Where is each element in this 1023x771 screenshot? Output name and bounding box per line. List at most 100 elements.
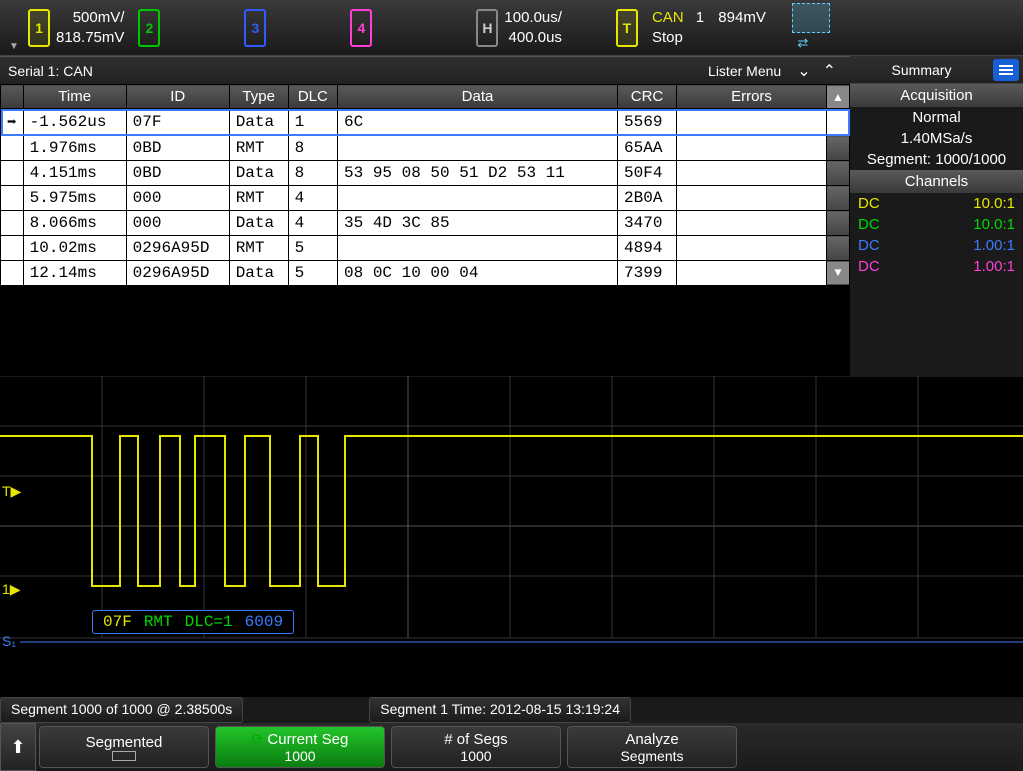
scroll-down-arrow[interactable]: ▼ [827, 262, 849, 284]
ch1-scale: 500mV/ [56, 8, 124, 28]
channel-1-badge[interactable]: 1 [28, 9, 50, 47]
cell-type: Data [229, 109, 288, 136]
trigger-badge[interactable]: T [616, 9, 638, 47]
sk2-label: Current Seg [267, 731, 348, 748]
ch-probe: 1.00:1 [973, 237, 1015, 254]
col-time[interactable]: Time [23, 85, 126, 109]
lister-menu-button[interactable]: Lister Menu [708, 63, 781, 79]
scroll-track[interactable] [827, 109, 850, 136]
lister-header-row: Time ID Type DLC Data CRC Errors ▲ [1, 85, 850, 109]
waveform-trace [0, 436, 1023, 586]
cell-errors [677, 186, 827, 211]
scroll-track[interactable] [827, 186, 850, 211]
sk3-value: 1000 [460, 748, 491, 764]
cell-id: 000 [126, 186, 229, 211]
zoom-select-icon[interactable] [792, 3, 830, 33]
softkey-current-seg[interactable]: ⟳ Current Seg 1000 [215, 726, 385, 768]
cell-crc: 7399 [618, 261, 677, 286]
table-row[interactable]: ➡-1.562us07FData16C5569 [1, 109, 850, 136]
menu-dropdown-icon[interactable]: ▼ [4, 4, 24, 52]
cell-time: 4.151ms [23, 161, 126, 186]
cell-time: 8.066ms [23, 211, 126, 236]
cell-errors [677, 136, 827, 161]
sk2-value: 1000 [284, 748, 315, 764]
channel-2-badge[interactable]: 2 [138, 9, 160, 47]
channel-row: DC 1.00:1 [850, 256, 1023, 277]
horizontal-badge[interactable]: H [476, 9, 498, 47]
decode-dlc: DLC=1 [185, 613, 233, 631]
cell-data [338, 136, 618, 161]
cell-crc: 4894 [618, 236, 677, 261]
lister-scroll-up-icon[interactable]: ⌃ [823, 61, 836, 81]
ch-probe: 1.00:1 [973, 258, 1015, 275]
decode-type: RMT [144, 613, 173, 631]
waveform-area[interactable]: T▶ 1▶ S₁ 07F RMT DLC=1 6009 [0, 376, 1023, 676]
acq-rate: 1.40MSa/s [850, 128, 1023, 149]
cell-type: Data [229, 211, 288, 236]
sk3-label: # of Segs [444, 731, 507, 748]
cell-type: Data [229, 261, 288, 286]
cell-errors [677, 109, 827, 136]
col-data[interactable]: Data [338, 85, 618, 109]
refresh-icon: ⟳ [252, 731, 264, 748]
cell-type: RMT [229, 186, 288, 211]
ch-coupling: DC [858, 216, 880, 233]
cell-id: 0296A95D [126, 236, 229, 261]
trig-src-label: CAN [652, 9, 684, 26]
sidebar-menu-icon[interactable] [993, 59, 1019, 81]
cell-crc: 5569 [618, 109, 677, 136]
t-marker: T▶ [2, 483, 22, 499]
ch-coupling: DC [858, 258, 880, 275]
scroll-track[interactable]: ▼ [827, 261, 850, 286]
channel-4-badge[interactable]: 4 [350, 9, 372, 47]
sk4-label: Analyze [625, 731, 678, 748]
softkey-analyze[interactable]: Analyze Segments [567, 726, 737, 768]
decode-id: 07F [103, 613, 132, 631]
decode-bubble: 07F RMT DLC=1 6009 [92, 610, 294, 634]
trigger-info: CAN 1 894mV Stop [644, 8, 766, 47]
table-row[interactable]: 10.02ms0296A95DRMT54894 [1, 236, 850, 261]
acq-mode: Normal [850, 107, 1023, 128]
col-id[interactable]: ID [126, 85, 229, 109]
table-row[interactable]: 1.976ms0BDRMT865AA [1, 136, 850, 161]
scroll-track[interactable] [827, 211, 850, 236]
col-errors[interactable]: Errors [677, 85, 827, 109]
swap-icon[interactable]: ⇄ [784, 33, 822, 53]
cell-errors [677, 161, 827, 186]
col-type[interactable]: Type [229, 85, 288, 109]
channel-3-badge[interactable]: 3 [244, 9, 266, 47]
table-row[interactable]: 5.975ms000RMT42B0A [1, 186, 850, 211]
cell-errors [677, 211, 827, 236]
scroll-track[interactable] [827, 236, 850, 261]
channel-row: DC10.0:1 [850, 193, 1023, 214]
col-crc[interactable]: CRC [618, 85, 677, 109]
cell-id: 07F [126, 109, 229, 136]
channel-row: DC 10.0:1 [850, 214, 1023, 235]
cell-dlc: 1 [288, 109, 337, 136]
row-indicator [1, 136, 24, 161]
s1-marker: S₁ [2, 633, 16, 649]
summary-label: Summary [850, 62, 993, 78]
softkey-num-segs[interactable]: # of Segs 1000 [391, 726, 561, 768]
softkey-row: ⬆ Segmented ⟳ Current Seg 1000 # of Segs… [0, 723, 1023, 771]
scroll-track[interactable] [827, 161, 850, 186]
horizontal-info: 100.0us/ 400.0us [504, 8, 562, 47]
scroll-up-arrow[interactable]: ▲ [827, 85, 850, 109]
col-dlc[interactable]: DLC [288, 85, 337, 109]
softkey-segmented[interactable]: Segmented [39, 726, 209, 768]
cell-time: 10.02ms [23, 236, 126, 261]
cell-crc: 50F4 [618, 161, 677, 186]
ch-probe: 10.0:1 [973, 216, 1015, 233]
table-row[interactable]: 12.14ms0296A95DData508 0C 10 00 047399▼ [1, 261, 850, 286]
cell-id: 0BD [126, 136, 229, 161]
cell-type: Data [229, 161, 288, 186]
cell-dlc: 8 [288, 136, 337, 161]
cell-errors [677, 236, 827, 261]
lister-table-wrap: Time ID Type DLC Data CRC Errors ▲ ➡-1.5… [0, 84, 850, 286]
table-row[interactable]: 4.151ms0BDData853 95 08 50 51 D2 53 1150… [1, 161, 850, 186]
table-row[interactable]: 8.066ms000Data435 4D 3C 853470 [1, 211, 850, 236]
scroll-track[interactable] [827, 136, 850, 161]
lister-scroll-down-icon[interactable]: ⌄ [797, 61, 810, 81]
back-button[interactable]: ⬆ [0, 723, 36, 771]
cell-time: 5.975ms [23, 186, 126, 211]
